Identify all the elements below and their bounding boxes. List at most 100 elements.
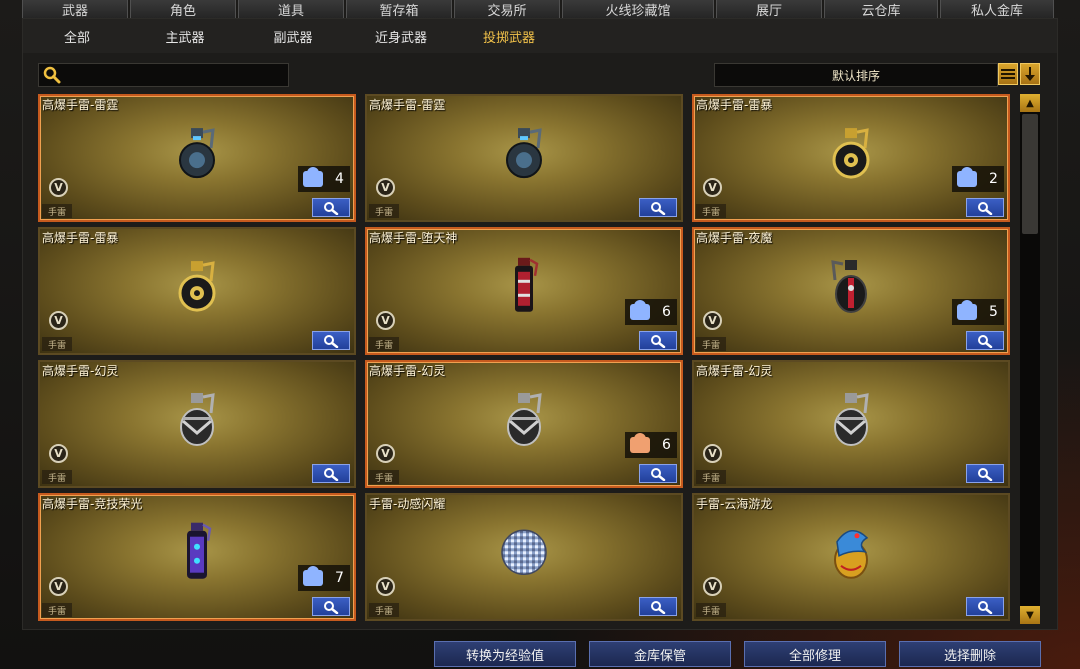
item-name: 高爆手雷-竞技荣光 (42, 497, 143, 511)
item-name: 高爆手雷-幻灵 (42, 364, 119, 378)
item-card[interactable]: 手雷-动感闪耀 V 手雷 (365, 493, 683, 621)
item-card[interactable]: 高爆手雷-幻灵 V 手雷 (38, 360, 356, 488)
stack-count: 4 (335, 171, 344, 187)
inspect-button[interactable] (639, 597, 677, 616)
stack-count: 5 (989, 304, 998, 320)
inspect-button[interactable] (312, 464, 350, 483)
sub-tab-throwing[interactable]: 投掷武器 (455, 19, 563, 53)
magnifier-icon (324, 467, 339, 481)
item-card[interactable]: 高爆手雷-竞技荣光 V 手雷 7 (38, 493, 356, 621)
top-tab-weapons[interactable]: 武器 (22, 0, 128, 19)
top-tab-cloud-storage[interactable]: 云仓库 (824, 0, 938, 19)
inspect-button[interactable] (312, 597, 350, 616)
inspect-button[interactable] (639, 464, 677, 483)
stack-count: 6 (662, 437, 671, 453)
scroll-thumb[interactable] (1022, 114, 1038, 234)
v-grade-icon: V (49, 444, 68, 463)
item-card[interactable]: 手雷-云海游龙 V 手雷 (692, 493, 1010, 621)
package-icon (957, 300, 977, 320)
v-grade-icon: V (703, 577, 722, 596)
item-type-tag: 手雷 (42, 204, 72, 218)
package-icon (630, 433, 650, 453)
item-name: 高爆手雷-幻灵 (696, 364, 773, 378)
package-icon (303, 566, 323, 586)
item-name: 手雷-动感闪耀 (369, 497, 446, 511)
v-grade-icon: V (703, 178, 722, 197)
v-grade-icon: V (376, 577, 395, 596)
grenade-dark-icon (502, 126, 546, 184)
magnifier-icon (978, 467, 993, 481)
sort-label: 默认排序 (831, 68, 880, 83)
item-name: 手雷-云海游龙 (696, 497, 773, 511)
item-card[interactable]: 高爆手雷-堕天神 V 手雷 6 (365, 227, 683, 355)
inspect-button[interactable] (639, 331, 677, 350)
grenade-red-icon (509, 256, 539, 320)
item-name: 高爆手雷-夜魔 (696, 231, 773, 245)
top-tab-exchange[interactable]: 交易所 (454, 0, 560, 19)
item-card[interactable]: 高爆手雷-雷霆 V 手雷 4 (38, 94, 356, 222)
item-card[interactable]: 高爆手雷-雷霆 V 手雷 (365, 94, 683, 222)
sub-tab-melee[interactable]: 近身武器 (347, 19, 455, 53)
magnifier-icon (651, 467, 666, 481)
item-card[interactable]: 高爆手雷-夜魔 V 手雷 5 (692, 227, 1010, 355)
select-delete-button[interactable]: 选择删除 (899, 641, 1041, 667)
search-input[interactable] (38, 63, 289, 87)
top-tab-items[interactable]: 道具 (238, 0, 344, 19)
grenade-silver-icon (829, 391, 873, 451)
scrollbar[interactable]: ▲ ▼ (1020, 94, 1040, 624)
repair-all-button[interactable]: 全部修理 (744, 641, 886, 667)
stack-count-badge: 2 (952, 166, 1004, 192)
item-card[interactable]: 高爆手雷-幻灵 V 手雷 (692, 360, 1010, 488)
v-grade-icon: V (49, 577, 68, 596)
sub-tab-all[interactable]: 全部 (23, 19, 131, 53)
item-type-tag: 手雷 (696, 204, 726, 218)
top-tab-private-vault[interactable]: 私人金库 (940, 0, 1054, 19)
v-grade-icon: V (703, 444, 722, 463)
sort-dropdown[interactable]: 默认排序 (714, 63, 998, 87)
top-tab-showroom[interactable]: 展厅 (716, 0, 822, 19)
v-grade-icon: V (376, 444, 395, 463)
magnifier-icon (651, 201, 666, 215)
item-type-tag: 手雷 (42, 603, 72, 617)
vault-storage-button[interactable]: 金库保管 (589, 641, 731, 667)
package-icon (303, 167, 323, 187)
package-icon (957, 167, 977, 187)
item-card[interactable]: 高爆手雷-幻灵 V 手雷 6 (365, 360, 683, 488)
inspect-button[interactable] (966, 331, 1004, 350)
grenade-purple-icon (182, 521, 212, 587)
inspect-button[interactable] (312, 331, 350, 350)
magnifier-icon (324, 201, 339, 215)
sub-tab-secondary[interactable]: 副武器 (239, 19, 347, 53)
item-type-tag: 手雷 (369, 337, 399, 351)
item-name: 高爆手雷-雷霆 (369, 98, 446, 112)
sub-tab-primary[interactable]: 主武器 (131, 19, 239, 53)
top-tab-characters[interactable]: 角色 (130, 0, 236, 19)
inspect-button[interactable] (966, 198, 1004, 217)
convert-to-exp-button[interactable]: 转换为经验值 (434, 641, 576, 667)
item-type-tag: 手雷 (696, 337, 726, 351)
scroll-up-button[interactable]: ▲ (1020, 94, 1040, 112)
inspect-button[interactable] (966, 597, 1004, 616)
item-type-tag: 手雷 (42, 470, 72, 484)
sort-order-button[interactable] (1020, 63, 1040, 85)
inspect-button[interactable] (312, 198, 350, 217)
item-card[interactable]: 高爆手雷-雷暴 V 手雷 (38, 227, 356, 355)
stack-count: 6 (662, 304, 671, 320)
grenade-silver-icon (502, 391, 546, 451)
top-tab-collection[interactable]: 火线珍藏馆 (562, 0, 714, 19)
stack-count-badge: 6 (625, 299, 677, 325)
item-name: 高爆手雷-堕天神 (369, 231, 458, 245)
stack-count-badge: 4 (298, 166, 350, 192)
grenade-gold-icon (829, 126, 873, 184)
package-icon (630, 300, 650, 320)
grenade-gold-icon (175, 259, 219, 317)
magnifier-icon (651, 334, 666, 348)
item-grid: 高爆手雷-雷霆 V 手雷 4 高爆手雷-雷霆 V 手雷 高爆手雷-雷暴 V 手雷 2 高爆手雷-雷暴 V… (38, 94, 1012, 624)
search-icon (43, 66, 61, 84)
inspect-button[interactable] (639, 198, 677, 217)
scroll-down-button[interactable]: ▼ (1020, 606, 1040, 624)
list-view-button[interactable] (998, 63, 1018, 85)
top-tab-storage[interactable]: 暂存箱 (346, 0, 452, 19)
item-card[interactable]: 高爆手雷-雷暴 V 手雷 2 (692, 94, 1010, 222)
inspect-button[interactable] (966, 464, 1004, 483)
